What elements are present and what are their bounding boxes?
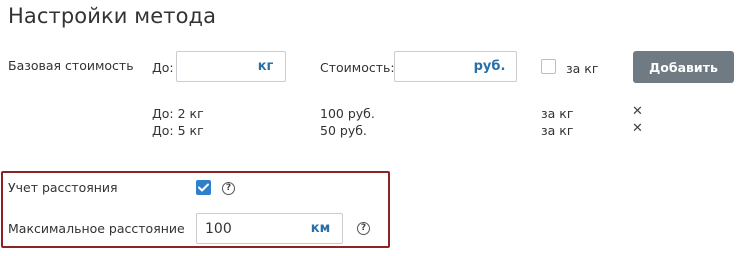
weight-input[interactable]	[176, 51, 247, 82]
rate-per: за кг	[541, 106, 574, 121]
per-kg-label: за кг	[566, 61, 599, 76]
cost-label: Стоимость:	[320, 60, 395, 75]
rate-to: До: 2 кг	[152, 106, 204, 121]
distance-checkbox[interactable]	[196, 180, 211, 195]
rate-cost: 100 руб.	[320, 106, 375, 121]
per-kg-checkbox[interactable]	[541, 59, 556, 74]
max-distance-help-icon[interactable]: ?	[357, 222, 370, 235]
max-distance-unit: км	[299, 213, 343, 244]
distance-label: Учет расстояния	[8, 180, 118, 195]
rate-cost: 50 руб.	[320, 123, 367, 138]
rate-per: за кг	[541, 123, 574, 138]
max-distance-input[interactable]	[196, 213, 300, 244]
page-title: Настройки метода	[8, 4, 217, 28]
checkmark-icon	[198, 183, 209, 192]
delete-rate-icon[interactable]: ✕	[632, 122, 643, 135]
max-distance-label: Максимальное расстояние	[8, 221, 185, 236]
weight-unit: кг	[246, 51, 286, 82]
add-button[interactable]: Добавить	[633, 51, 734, 83]
rate-to: До: 5 кг	[152, 123, 204, 138]
base-cost-label: Базовая стоимость	[8, 58, 134, 73]
cost-unit: руб.	[463, 51, 517, 82]
weight-to-label: До:	[152, 60, 174, 75]
cost-input[interactable]	[394, 51, 464, 82]
delete-rate-icon[interactable]: ✕	[632, 105, 643, 118]
distance-help-icon[interactable]: ?	[222, 182, 235, 195]
